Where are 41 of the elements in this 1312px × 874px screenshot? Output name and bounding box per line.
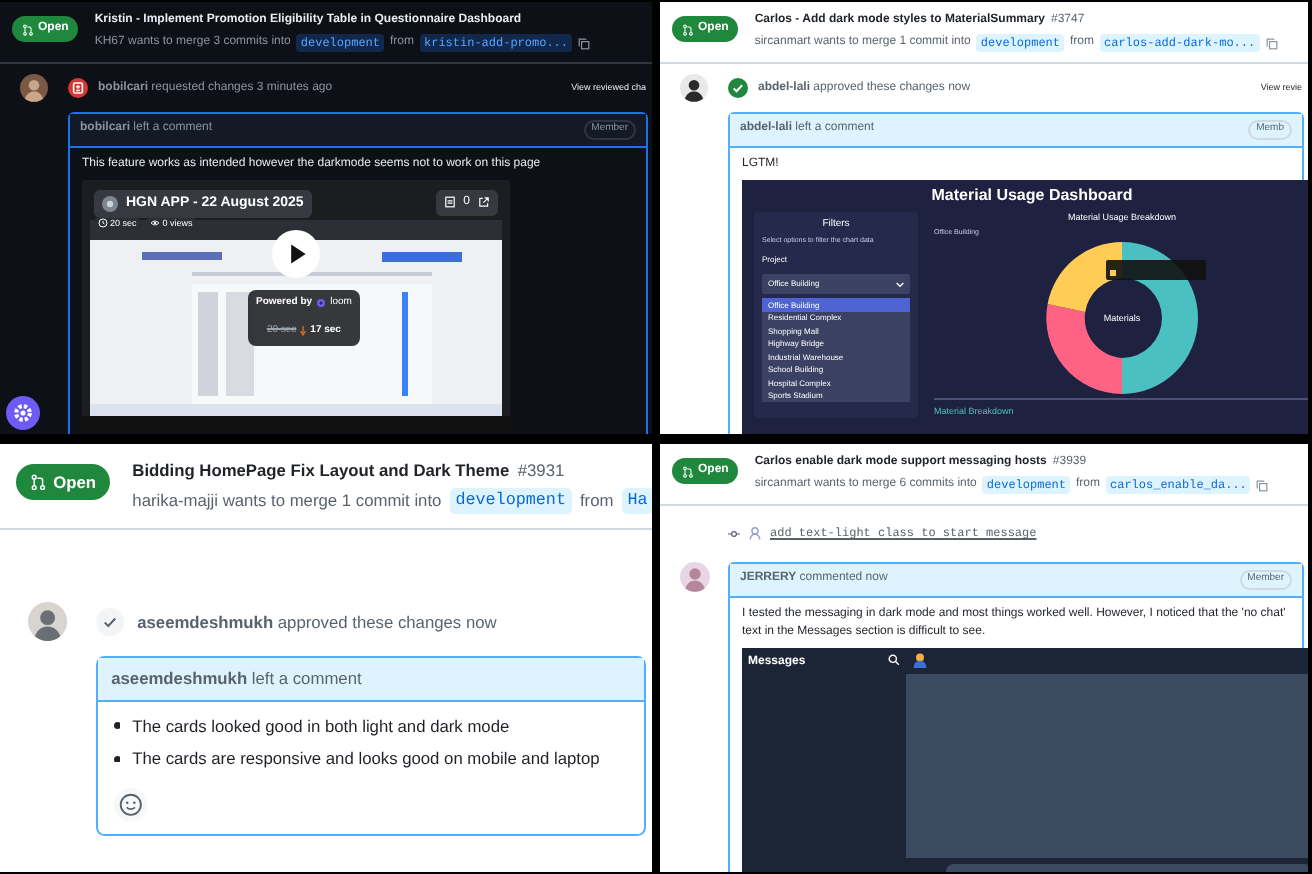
loom-logo-icon	[316, 297, 327, 308]
play-button[interactable]	[272, 229, 320, 277]
comment-header: aseemdeshmukh left a comment	[111, 666, 362, 692]
commit-icon	[728, 527, 740, 539]
bullet-icon	[113, 755, 121, 763]
list-item-text: The cards looked good in both light and dark mode	[132, 713, 510, 739]
dashboard-title: Material Usage Dashboard	[929, 183, 1135, 208]
pull-request-icon	[682, 23, 694, 35]
avatar	[28, 602, 68, 642]
review-summary: aseemdeshmukh approved these changes now	[137, 609, 497, 635]
add-reaction-button[interactable]	[113, 788, 148, 823]
avatar	[680, 74, 708, 102]
channel-icon	[102, 195, 118, 212]
clock-icon	[98, 218, 108, 229]
list-item-text: The cards are responsive and looks good on mobile and laptop	[132, 746, 600, 772]
pull-request-icon	[22, 23, 34, 35]
copy-icon[interactable]	[1256, 479, 1269, 491]
pull-request-icon	[30, 473, 48, 491]
bullet-icon	[113, 722, 121, 730]
avatar	[20, 74, 48, 102]
copy-icon[interactable]	[1265, 37, 1278, 49]
author-icon	[748, 526, 762, 540]
merge-description: harika-majji wants to merge 1 commit into	[132, 488, 442, 515]
pr-title: Bidding HomePage Fix Layout and Dark Theme	[132, 458, 510, 484]
legend-swatch-icon	[1110, 269, 1116, 275]
eye-icon	[150, 218, 161, 229]
search-icon[interactable]	[888, 653, 900, 665]
contact-avatar-icon	[912, 652, 928, 668]
copy-icon[interactable]	[578, 37, 591, 49]
avatar	[679, 562, 709, 592]
pr-number: #3931	[517, 458, 565, 484]
arrow-icon	[300, 326, 307, 337]
from-text: from	[579, 488, 614, 515]
head-branch-link[interactable]: Ha	[621, 488, 652, 515]
pull-request-icon	[682, 465, 694, 477]
document-icon	[443, 196, 456, 208]
settings-button[interactable]	[6, 396, 40, 430]
chevron-icon	[896, 281, 904, 288]
share-icon[interactable]	[478, 196, 490, 208]
status-pill: Open	[16, 463, 110, 500]
base-branch-link[interactable]: development	[449, 488, 572, 515]
